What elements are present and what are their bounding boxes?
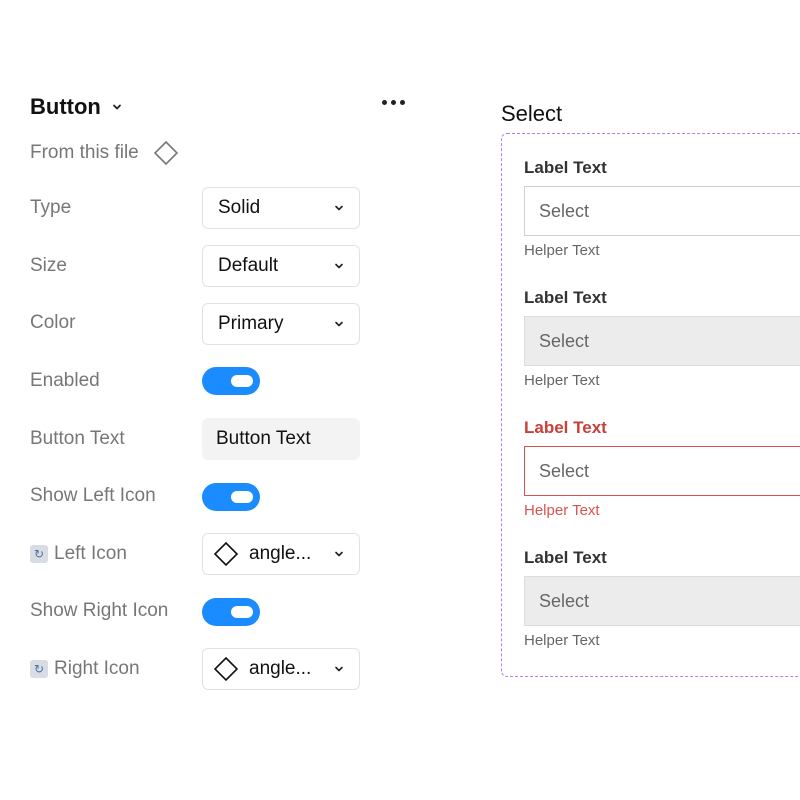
show-right-icon-toggle[interactable]	[202, 598, 260, 626]
select-input[interactable]: Select	[524, 446, 800, 496]
component-diamond-icon	[153, 140, 178, 166]
select-field-default: Label Text Select Helper Text	[524, 158, 800, 259]
color-value: Primary	[218, 313, 284, 334]
show-right-icon-label: Show Right Icon	[30, 600, 169, 621]
left-icon-select[interactable]: angle...	[202, 533, 360, 575]
type-select[interactable]: Solid	[202, 187, 360, 229]
size-label: Size	[30, 255, 67, 276]
helper-text: Helper Text	[524, 372, 600, 389]
enabled-label: Enabled	[30, 370, 100, 391]
right-icon-row-label: ↻ Right Icon	[30, 654, 140, 684]
toggle-knob	[231, 491, 253, 503]
chevron-down-icon	[335, 321, 343, 327]
from-file-label: From this file	[30, 142, 139, 163]
instance-swap-icon: ↻	[30, 545, 48, 563]
color-select[interactable]: Primary	[202, 303, 360, 345]
right-icon-label: Right Icon	[54, 658, 140, 679]
field-label: Label Text	[524, 158, 607, 177]
button-text-label: Button Text	[30, 428, 125, 449]
toggle-knob	[231, 606, 253, 618]
select-field-disabled-2: Label Text Select Helper Text	[524, 548, 800, 649]
size-select[interactable]: Default	[202, 245, 360, 287]
chevron-down-icon	[335, 205, 343, 211]
chevron-down-icon	[335, 666, 343, 672]
helper-text: Helper Text	[524, 242, 600, 259]
show-left-icon-label: Show Left Icon	[30, 485, 156, 506]
show-left-icon-toggle[interactable]	[202, 483, 260, 511]
field-label: Label Text	[524, 418, 607, 437]
select-placeholder: Select	[539, 330, 590, 351]
type-value: Solid	[218, 197, 261, 218]
field-label: Label Text	[524, 548, 607, 567]
size-value: Default	[218, 255, 279, 276]
left-icon-value: angle...	[249, 543, 312, 564]
chevron-down-icon	[335, 263, 343, 269]
select-placeholder: Select	[539, 200, 590, 221]
button-text-value: Button Text	[216, 428, 311, 449]
chevron-down-icon	[112, 104, 121, 110]
select-placeholder: Select	[539, 590, 590, 611]
select-field-error: Label Text Select Helper Text	[524, 418, 800, 519]
component-title-text: Button	[30, 94, 101, 119]
right-icon-value: angle...	[249, 658, 312, 679]
field-label: Label Text	[524, 288, 607, 307]
select-input[interactable]: Select	[524, 186, 800, 236]
left-icon-row-label: ↻ Left Icon	[30, 539, 127, 569]
helper-text: Helper Text	[524, 632, 600, 649]
select-input[interactable]: Select	[524, 576, 800, 626]
helper-text: Helper Text	[524, 502, 600, 519]
select-input[interactable]: Select	[524, 316, 800, 366]
left-icon-label: Left Icon	[54, 543, 127, 564]
select-placeholder: Select	[539, 460, 590, 481]
preview-frame-title: Select	[501, 101, 563, 126]
type-label: Type	[30, 197, 72, 218]
button-text-input[interactable]: Button Text	[202, 418, 360, 460]
color-label: Color	[30, 312, 76, 333]
select-field-disabled: Label Text Select Helper Text	[524, 288, 800, 389]
chevron-down-icon	[335, 551, 343, 557]
toggle-knob	[231, 375, 253, 387]
right-icon-select[interactable]: angle...	[202, 648, 360, 690]
from-this-file[interactable]: From this file	[30, 140, 179, 166]
instance-swap-icon: ↻	[30, 660, 48, 678]
diamond-icon	[213, 656, 239, 682]
diamond-icon	[213, 541, 239, 567]
component-title[interactable]: Button	[30, 94, 123, 120]
enabled-toggle[interactable]	[202, 367, 260, 395]
more-options-icon[interactable]	[382, 100, 405, 105]
